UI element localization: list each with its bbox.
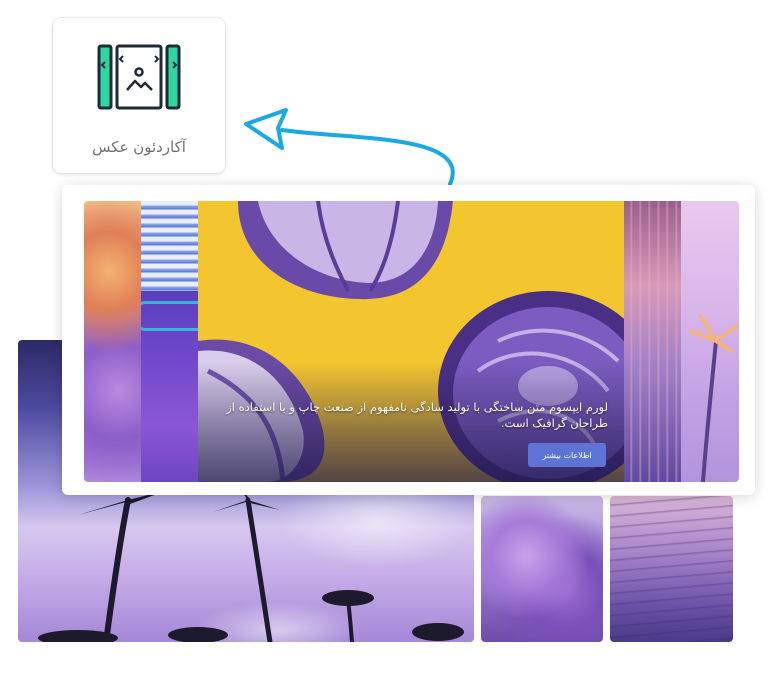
accordion-panel-5[interactable] (681, 201, 739, 482)
panel-image-accent (141, 301, 198, 331)
more-info-button[interactable]: اطلاعات بیشتر (528, 443, 606, 467)
accordion-panel-active[interactable]: لورم ایپسوم متن ساختگی با تولید سادگی نا… (198, 201, 624, 482)
image-accordion-icon (97, 44, 181, 110)
image-accordion: لورم ایپسوم متن ساختگی با تولید سادگی نا… (84, 201, 739, 482)
curved-arrow-icon (244, 108, 455, 186)
accordion-panel-1[interactable] (84, 201, 141, 482)
accordion-panel-4[interactable] (624, 201, 681, 482)
background-image-purple-smoke (481, 496, 603, 642)
widget-label: آکاردئون عکس (92, 138, 186, 156)
palm-tree-image (689, 314, 738, 482)
background-image-corridor (610, 496, 733, 642)
image-accordion-widget-card[interactable]: آکاردئون عکس (53, 18, 225, 173)
accordion-caption: لورم ایپسوم متن ساختگی با تولید سادگی نا… (226, 400, 608, 430)
accordion-panel-2[interactable] (141, 201, 198, 482)
